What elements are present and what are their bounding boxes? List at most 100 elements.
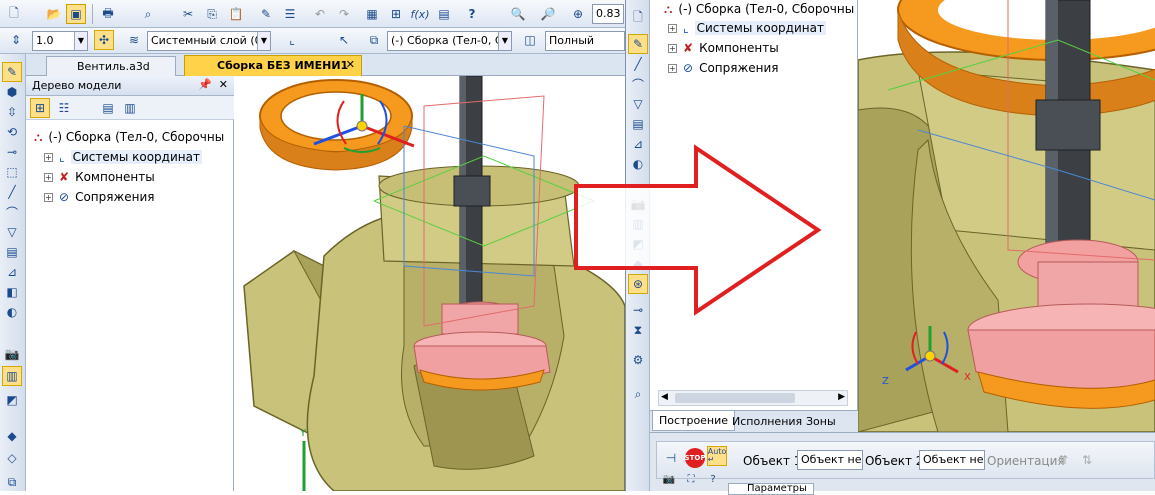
tree-filter-icon[interactable]: ▥ <box>120 98 140 118</box>
zoom-in-icon[interactable]: 🔍 <box>508 4 528 24</box>
grid-icon[interactable]: ▤ <box>434 4 454 24</box>
close-icon[interactable]: ✕ <box>346 58 355 71</box>
expand-icon[interactable]: + <box>668 23 677 33</box>
expand-icon[interactable]: + <box>44 192 53 202</box>
report-icon[interactable]: ◩ <box>2 390 22 410</box>
frame-icon[interactable]: ⛶ <box>683 472 699 486</box>
camera-icon[interactable]: 📷 <box>2 344 22 364</box>
expand-icon[interactable]: + <box>668 43 677 53</box>
cursor-icon[interactable]: ↖ <box>334 30 354 50</box>
arc-icon[interactable]: ⌒ <box>2 202 22 222</box>
spec-icon[interactable]: ▥ <box>2 366 22 386</box>
viewport-left[interactable]: Y <box>234 76 625 491</box>
move-icon[interactable]: ⇳ <box>2 102 22 122</box>
section-icon[interactable]: ◐ <box>2 302 22 322</box>
tree-item-coords[interactable]: + ⌞ Системы координат <box>44 148 202 166</box>
filter-icon[interactable]: ▽ <box>2 222 22 242</box>
paste-icon[interactable]: 📋 <box>226 4 246 24</box>
tab-zones[interactable]: Зоны <box>800 412 842 431</box>
edit-assembly-icon[interactable]: ✎ <box>2 62 22 82</box>
save-icon[interactable]: ▣ <box>66 4 86 24</box>
h-scrollbar[interactable]: ◀ ▶ <box>658 390 848 406</box>
mate-icon[interactable]: ⊸ <box>2 142 22 162</box>
display-icon[interactable]: ◫ <box>520 30 540 50</box>
params-tab[interactable]: Параметры <box>728 483 814 495</box>
r-search-icon[interactable]: ⌕ <box>628 384 648 404</box>
assembly-icon[interactable]: ⧉ <box>364 30 384 50</box>
variables-icon[interactable]: ▦ <box>362 4 382 24</box>
r-tree-item-components[interactable]: + ✘ Компоненты <box>668 39 779 57</box>
stop-icon[interactable]: STOP <box>685 448 705 468</box>
redo-icon[interactable]: ↷ <box>334 4 354 24</box>
rotate-icon[interactable]: ⟲ <box>2 122 22 142</box>
line-icon[interactable]: ╱ <box>2 182 22 202</box>
r-edit-icon[interactable]: ✎ <box>628 34 648 54</box>
auto-icon[interactable]: Auto ↵ <box>707 446 727 466</box>
assembly-combo[interactable]: (-) Сборка (Тел-0, С ▼ <box>387 31 512 51</box>
new-file-icon[interactable]: 🗋 <box>4 4 24 24</box>
print-icon[interactable]: 🖶 <box>98 4 118 24</box>
orient-opposite-icon[interactable]: ⇅ <box>1077 450 1097 470</box>
snap-icon[interactable]: ✣ <box>94 30 114 50</box>
layer-icon[interactable]: ≋ <box>124 30 144 50</box>
zoom-combo[interactable]: 0.83 <box>592 4 624 24</box>
cut-icon[interactable]: ✂ <box>178 4 198 24</box>
object2-field[interactable]: Объект не с <box>919 450 985 470</box>
surface-icon[interactable]: ◇ <box>2 448 22 468</box>
panel-close-icon[interactable]: ✕ <box>219 78 228 91</box>
coord-icon[interactable]: ⌞ <box>282 30 302 50</box>
expand-icon[interactable]: + <box>668 63 677 73</box>
scroll-left-icon[interactable]: ◀ <box>661 392 668 402</box>
r-filter-icon[interactable]: ▽ <box>628 94 648 114</box>
viewport-right[interactable]: Z X <box>858 0 1155 432</box>
display-combo[interactable]: Полный <box>545 31 625 51</box>
tab-construction[interactable]: Построение <box>652 411 736 431</box>
align-icon[interactable]: ⇕ <box>6 30 26 50</box>
zoom-fit-icon[interactable]: ⊕ <box>568 4 588 24</box>
copy-icon[interactable]: ⎘ <box>202 4 222 24</box>
pin-icon[interactable]: ⊣ <box>661 448 681 468</box>
preview-icon[interactable]: ⌕ <box>138 4 158 24</box>
tab-versions[interactable]: Исполнения <box>726 412 808 431</box>
cut-plane-icon[interactable]: ◧ <box>2 282 22 302</box>
r-bolt-icon[interactable]: ⧗ <box>628 320 648 340</box>
help-icon[interactable]: ? <box>462 4 482 24</box>
object1-field[interactable]: Объект не с <box>797 450 863 470</box>
tree-props-icon[interactable]: ▤ <box>98 98 118 118</box>
zoom-icon[interactable]: 🔎 <box>538 4 558 24</box>
r-tree-root[interactable]: ⛬ (-) Сборка (Тел-0, Сборочны <box>664 0 854 18</box>
snapshot-icon[interactable]: 📷 <box>661 472 677 486</box>
doc-tab-assembly[interactable]: Сборка БЕЗ ИМЕНИ1 ✕ <box>184 55 362 76</box>
expand-icon[interactable]: + <box>44 152 53 162</box>
r-gear-icon[interactable]: ⚙ <box>628 350 648 370</box>
layers-icon[interactable]: ⧉ <box>2 472 22 492</box>
r-tree-item-mates[interactable]: + ⊘ Сопряжения <box>668 59 779 77</box>
doc-tab-ventil[interactable]: Вентиль.a3d <box>46 56 176 76</box>
sketch-icon[interactable]: ⬚ <box>2 162 22 182</box>
solid-icon[interactable]: ◆ <box>2 426 22 446</box>
expand-icon[interactable]: + <box>44 172 53 182</box>
help-icon[interactable]: ? <box>705 472 721 486</box>
fx-icon[interactable]: f(x) <box>410 4 430 24</box>
open-icon[interactable]: 📂 <box>44 4 64 24</box>
tree-item-mates[interactable]: + ⊘ Сопряжения <box>44 188 155 206</box>
undo-icon[interactable]: ↶ <box>310 4 330 24</box>
tree-root[interactable]: ⛬ (-) Сборка (Тел-0, Сборочны <box>34 128 224 146</box>
layer-combo[interactable]: Системный слой (0) ▼ <box>147 31 271 51</box>
r-line-icon[interactable]: ╱ <box>628 54 648 74</box>
tree-item-components[interactable]: + ✘ Компоненты <box>44 168 155 186</box>
r-doc-icon[interactable]: ▤ <box>628 114 648 134</box>
r-arc-icon[interactable]: ⌒ <box>628 74 648 94</box>
pin-icon[interactable]: 📌 <box>198 78 212 91</box>
tree-mode-icon[interactable]: ⊞ <box>30 98 50 118</box>
doc-icon[interactable]: ▤ <box>2 242 22 262</box>
format-icon[interactable]: ✎ <box>256 4 276 24</box>
tree-structure-icon[interactable]: ☷ <box>54 98 74 118</box>
component-icon[interactable]: ⬢ <box>2 82 22 102</box>
scroll-right-icon[interactable]: ▶ <box>838 392 845 402</box>
r-new-icon[interactable]: 🗋 <box>628 8 648 28</box>
measure-icon[interactable]: ⊿ <box>2 262 22 282</box>
scroll-thumb[interactable] <box>675 393 795 403</box>
scale-combo[interactable]: 1.0 ▼ <box>32 31 88 51</box>
r-tree-item-coords[interactable]: + ⌞ Системы координат <box>668 19 826 37</box>
